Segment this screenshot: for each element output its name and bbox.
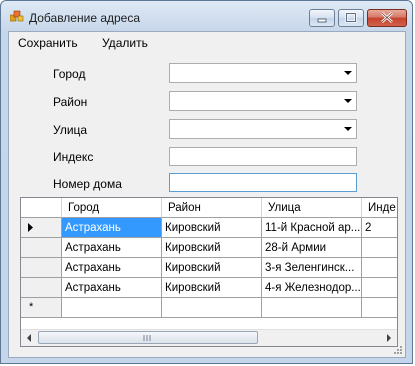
- table-cell[interactable]: Кировский: [162, 218, 262, 238]
- table-cell[interactable]: Кировский: [162, 258, 262, 278]
- table-cell[interactable]: Кировский: [162, 278, 262, 298]
- house-number-field[interactable]: [169, 173, 357, 192]
- menu-delete[interactable]: Удалить: [102, 36, 148, 50]
- scroll-left-icon[interactable]: [21, 330, 37, 346]
- new-row-cell[interactable]: [162, 298, 262, 318]
- row-header[interactable]: [21, 278, 62, 298]
- current-row-arrow-icon: [28, 223, 33, 232]
- dropdown-arrow-icon[interactable]: [344, 99, 352, 103]
- table-cell[interactable]: Астрахань: [62, 238, 162, 258]
- district-combobox[interactable]: [169, 91, 357, 111]
- street-label: Улица: [53, 123, 88, 137]
- table-cell[interactable]: Астрахань: [62, 258, 162, 278]
- close-button[interactable]: [367, 9, 407, 27]
- thumb-grip-icon: [143, 335, 151, 341]
- row-header[interactable]: [21, 258, 62, 278]
- resize-grip-icon[interactable]: [393, 345, 403, 355]
- app-icon: [10, 10, 24, 22]
- menu-save[interactable]: Сохранить: [18, 36, 78, 50]
- title-bar: Добавление адреса: [1, 1, 412, 31]
- maximize-button[interactable]: [338, 9, 364, 27]
- column-header-district[interactable]: Район: [162, 198, 262, 218]
- table-cell[interactable]: Астрахань: [62, 218, 162, 238]
- maximize-icon: [345, 12, 357, 23]
- form-client-area: Сохранить Удалить Город Район Улица Инде…: [8, 31, 406, 358]
- table-cell[interactable]: 3-я Зеленгинск...: [262, 258, 362, 278]
- grid-corner-header[interactable]: [21, 198, 62, 218]
- close-icon: [381, 12, 393, 23]
- column-header-index[interactable]: Инде: [362, 198, 397, 218]
- city-label: Город: [53, 67, 86, 81]
- add-address-window: Добавление адреса Сохранить Удалить Горо…: [0, 0, 413, 364]
- address-grid[interactable]: Город Район Улица Инде Астрахань Кировск…: [20, 197, 398, 347]
- index-field[interactable]: [169, 147, 357, 166]
- street-combobox[interactable]: [169, 119, 357, 139]
- new-row-header[interactable]: *: [21, 298, 62, 318]
- row-header[interactable]: [21, 238, 62, 258]
- table-cell[interactable]: [362, 278, 397, 298]
- table-cell[interactable]: [362, 238, 397, 258]
- column-header-city[interactable]: Город: [62, 198, 162, 218]
- city-combobox[interactable]: [169, 63, 357, 83]
- dropdown-arrow-icon[interactable]: [344, 127, 352, 131]
- new-row-cell[interactable]: [262, 298, 362, 318]
- table-cell[interactable]: 28-й Армии: [262, 238, 362, 258]
- table-cell[interactable]: 11-й Красной ар...: [262, 218, 362, 238]
- horizontal-scrollbar[interactable]: [21, 329, 397, 346]
- scrollbar-thumb[interactable]: [38, 331, 258, 344]
- table-cell[interactable]: Астрахань: [62, 278, 162, 298]
- window-title: Добавление адреса: [29, 11, 141, 25]
- table-cell[interactable]: 4-я Железнодор...: [262, 278, 362, 298]
- row-header[interactable]: [21, 218, 62, 238]
- minimize-icon: [317, 18, 327, 23]
- table-cell[interactable]: 2: [362, 218, 397, 238]
- district-label: Район: [53, 95, 88, 109]
- table-cell[interactable]: [362, 258, 397, 278]
- new-row-cell[interactable]: [62, 298, 162, 318]
- dropdown-arrow-icon[interactable]: [344, 71, 352, 75]
- scroll-right-icon[interactable]: [381, 330, 397, 346]
- index-label: Индекс: [53, 150, 94, 164]
- column-header-street[interactable]: Улица: [262, 198, 362, 218]
- menu-bar: Сохранить Удалить: [9, 32, 405, 54]
- minimize-button[interactable]: [309, 9, 335, 27]
- house-number-label: Номер дома: [53, 177, 122, 191]
- new-row-cell[interactable]: [362, 298, 397, 318]
- table-cell[interactable]: Кировский: [162, 238, 262, 258]
